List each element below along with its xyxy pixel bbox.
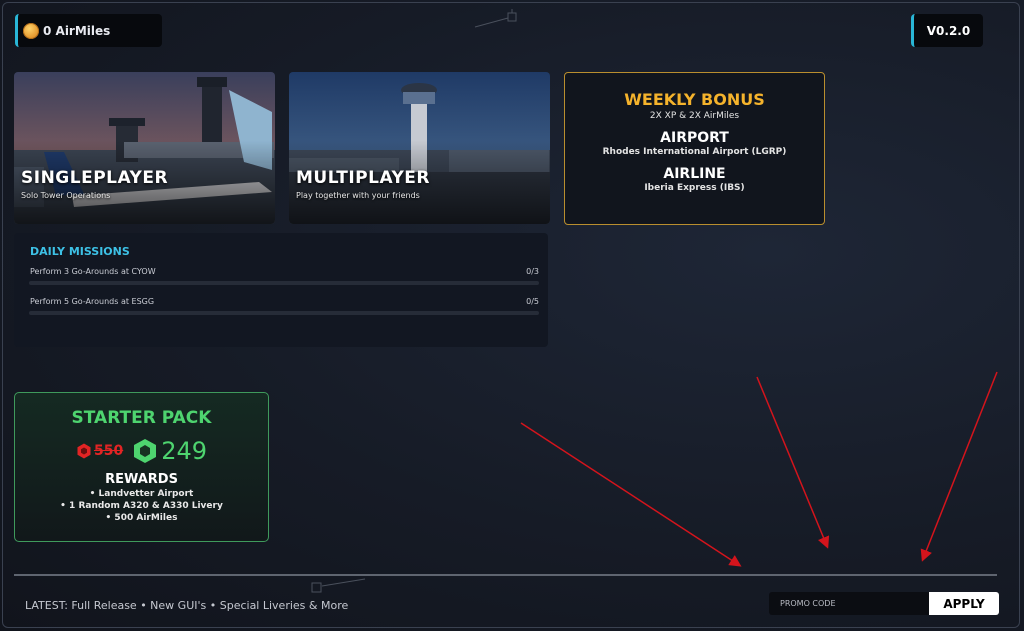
weekly-bonus-subtitle: 2X XP & 2X AirMiles [649, 111, 740, 121]
multiplayer-image [289, 72, 550, 224]
world-marker-top [474, 9, 517, 28]
reward-item: • Landvetter Airport [89, 489, 194, 499]
reward-item: • 500 AirMiles [105, 513, 178, 523]
robux-icon [77, 443, 91, 459]
multiplayer-subtitle: Play together with your friends [296, 191, 420, 200]
mission-label: Perform 5 Go-Arounds at ESGG [30, 297, 155, 306]
new-price: 249 [161, 437, 208, 465]
bonus-airline-heading: AIRLINE [663, 166, 726, 182]
footer-divider [14, 574, 997, 576]
singleplayer-card[interactable]: SINGLEPLAYER Solo Tower Operations [14, 72, 275, 224]
reward-item: • 1 Random A320 & A330 Livery [60, 501, 223, 511]
old-price: 550 [93, 443, 124, 459]
promo-code-input[interactable] [769, 592, 929, 615]
mission-item: Perform 3 Go-Arounds at CYOW 0/3 [29, 267, 539, 285]
singleplayer-subtitle: Solo Tower Operations [21, 191, 111, 200]
rewards-heading: REWARDS [105, 472, 178, 487]
mission-item: Perform 5 Go-Arounds at ESGG 0/5 [29, 297, 539, 315]
singleplayer-title: SINGLEPLAYER [21, 168, 169, 188]
apply-button[interactable]: APPLY [929, 592, 999, 615]
coin-icon [23, 22, 39, 39]
bonus-airport-heading: AIRPORT [660, 130, 729, 146]
bonus-airport-value: Rhodes International Airport (LGRP) [602, 147, 787, 157]
starter-pack-panel[interactable]: STARTER PACK 550 249 REWARDS • Landvette… [14, 392, 269, 542]
mission-label: Perform 3 Go-Arounds at CYOW [30, 267, 156, 276]
mission-progress-bar [29, 281, 539, 285]
weekly-bonus-panel: WEEKLY BONUS 2X XP & 2X AirMiles AIRPORT… [564, 72, 825, 225]
price-row: 550 249 [15, 435, 268, 467]
airmiles-balance: 0 AirMiles [15, 14, 162, 47]
daily-missions-title: DAILY MISSIONS [30, 245, 130, 258]
singleplayer-image [14, 72, 275, 224]
starter-pack-title: STARTER PACK [71, 408, 212, 428]
mission-progress: 0/3 [526, 267, 539, 276]
weekly-bonus-title: WEEKLY BONUS [624, 90, 765, 109]
mission-progress-bar [29, 311, 539, 315]
daily-missions-panel: DAILY MISSIONS Perform 3 Go-Arounds at C… [14, 233, 548, 347]
latest-news: LATEST: Full Release • New GUI's • Speci… [25, 599, 349, 612]
bonus-airline-value: Iberia Express (IBS) [644, 183, 745, 193]
mission-progress: 0/5 [526, 297, 539, 306]
robux-icon [134, 439, 157, 463]
version-badge: V0.2.0 [911, 14, 983, 47]
world-marker-bottom [311, 578, 366, 593]
airmiles-label: 0 AirMiles [43, 23, 111, 38]
multiplayer-card[interactable]: MULTIPLAYER Play together with your frie… [289, 72, 550, 224]
multiplayer-title: MULTIPLAYER [296, 168, 430, 188]
